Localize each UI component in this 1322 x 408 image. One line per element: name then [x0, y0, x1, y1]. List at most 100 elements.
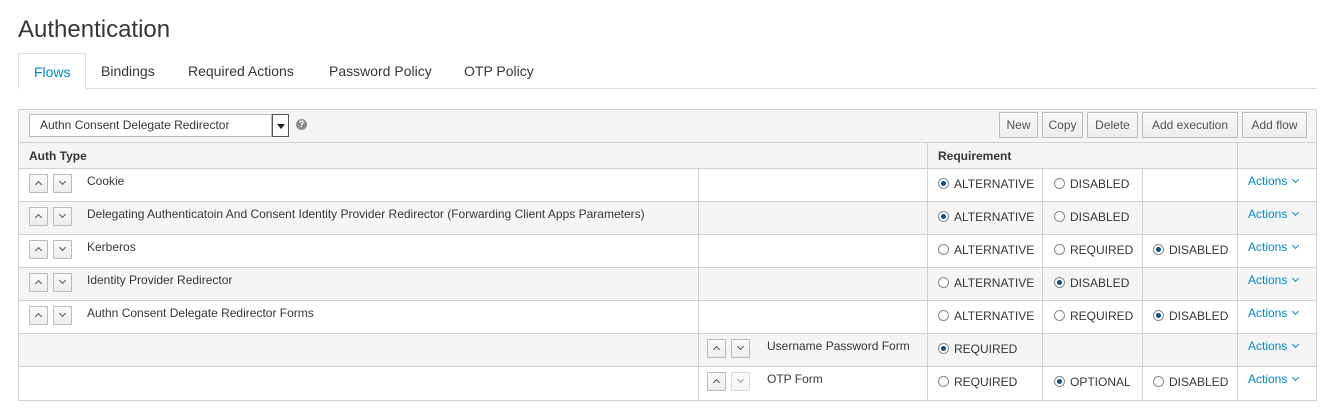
radio-label: ALTERNATIVE	[954, 309, 1035, 323]
radio-icon[interactable]	[1153, 376, 1164, 387]
actions-dropdown[interactable]: Actions	[1248, 207, 1300, 221]
radio-icon[interactable]	[1153, 310, 1164, 321]
move-up-button[interactable]	[29, 174, 48, 193]
actions-dropdown[interactable]: Actions	[1248, 240, 1300, 254]
table-header: Auth Type Requirement	[19, 143, 1316, 169]
requirement-radio-required[interactable]: REQUIRED	[938, 342, 1017, 356]
chevron-down-icon[interactable]	[272, 114, 289, 137]
radio-label: ALTERNATIVE	[954, 210, 1035, 224]
new-button[interactable]: New	[999, 112, 1038, 138]
radio-label: ALTERNATIVE	[954, 243, 1035, 257]
requirement-radio-alternative[interactable]: ALTERNATIVE	[938, 309, 1034, 323]
move-up-button[interactable]	[707, 372, 726, 391]
requirement-radio-alternative[interactable]: ALTERNATIVE	[938, 210, 1034, 224]
tab-bindings[interactable]: Bindings	[86, 53, 170, 89]
radio-icon[interactable]	[1054, 244, 1065, 255]
tab-otp-policy[interactable]: OTP Policy	[449, 53, 549, 89]
radio-icon[interactable]	[1153, 244, 1164, 255]
radio-label: REQUIRED	[954, 342, 1018, 356]
radio-label: REQUIRED	[1070, 309, 1134, 323]
tab-password-policy[interactable]: Password Policy	[314, 53, 447, 89]
requirement-radio-disabled[interactable]: DISABLED	[1153, 309, 1228, 323]
requirement-radio-disabled[interactable]: DISABLED	[1054, 276, 1129, 290]
move-down-button[interactable]	[53, 207, 72, 226]
table-toolbar: Authn Consent Delegate Redirector ? New …	[19, 110, 1316, 143]
requirement-radio-alternative[interactable]: ALTERNATIVE	[938, 243, 1034, 257]
execution-name: Kerberos	[87, 240, 136, 254]
actions-label: Actions	[1248, 240, 1288, 254]
move-down-button[interactable]	[53, 174, 72, 193]
table-row: Identity Provider Redirector ALTERNATIVE D…	[19, 268, 1316, 301]
radio-icon[interactable]	[1054, 178, 1065, 189]
radio-label: DISABLED	[1070, 210, 1130, 224]
radio-label: ALTERNATIVE	[954, 276, 1035, 290]
requirement-radio-alternative[interactable]: ALTERNATIVE	[938, 177, 1034, 191]
radio-icon[interactable]	[938, 178, 949, 189]
requirement-radio-required[interactable]: REQUIRED	[1054, 309, 1133, 323]
copy-button[interactable]: Copy	[1042, 112, 1083, 138]
table-row: OTP Form REQUIRED OPTIONAL DISABLED Actions	[19, 367, 1316, 400]
actions-label: Actions	[1248, 174, 1288, 188]
actions-dropdown[interactable]: Actions	[1248, 273, 1300, 287]
chevron-down-icon	[1292, 208, 1300, 217]
radio-icon[interactable]	[938, 244, 949, 255]
requirement-radio-required[interactable]: REQUIRED	[938, 375, 1017, 389]
requirement-radio-disabled[interactable]: DISABLED	[1054, 210, 1129, 224]
requirement-radio-disabled[interactable]: DISABLED	[1153, 243, 1228, 257]
tab-required-actions[interactable]: Required Actions	[173, 53, 309, 89]
requirement-radio-disabled[interactable]: DISABLED	[1153, 375, 1228, 389]
table-row: Kerberos ALTERNATIVE REQUIRED DISABLED Actio…	[19, 235, 1316, 268]
actions-dropdown[interactable]: Actions	[1248, 174, 1300, 188]
radio-icon[interactable]	[938, 310, 949, 321]
actions-label: Actions	[1248, 372, 1288, 386]
add-flow-button[interactable]: Add flow	[1242, 112, 1307, 138]
actions-dropdown[interactable]: Actions	[1248, 372, 1300, 386]
requirement-radio-optional[interactable]: OPTIONAL	[1054, 375, 1131, 389]
requirement-radio-alternative[interactable]: ALTERNATIVE	[938, 276, 1034, 290]
page-title: Authentication	[18, 16, 171, 43]
radio-icon[interactable]	[1054, 277, 1065, 288]
chevron-down-icon	[1292, 274, 1300, 283]
move-down-button[interactable]	[731, 339, 750, 358]
radio-label: OPTIONAL	[1070, 375, 1131, 389]
auth-type-header: Auth Type	[29, 149, 87, 163]
radio-icon[interactable]	[1054, 211, 1065, 222]
requirement-radio-required[interactable]: REQUIRED	[1054, 243, 1133, 257]
tab-bar: Flows Bindings Required Actions Password…	[18, 53, 1317, 89]
move-up-button[interactable]	[29, 207, 48, 226]
executions-table: Authn Consent Delegate Redirector ? New …	[18, 109, 1317, 401]
move-up-button[interactable]	[707, 339, 726, 358]
radio-icon[interactable]	[938, 376, 949, 387]
execution-name: OTP Form	[767, 372, 823, 386]
actions-label: Actions	[1248, 339, 1288, 353]
execution-name: Cookie	[87, 174, 125, 188]
move-down-button[interactable]	[53, 240, 72, 259]
move-up-button[interactable]	[29, 306, 48, 325]
move-down-button[interactable]	[731, 372, 750, 391]
radio-icon[interactable]	[1054, 376, 1065, 387]
radio-icon[interactable]	[938, 277, 949, 288]
requirement-header: Requirement	[938, 149, 1012, 163]
chevron-down-icon	[1292, 241, 1300, 250]
execution-name: Username Password Form	[767, 339, 910, 353]
help-icon[interactable]: ?	[296, 119, 307, 130]
table-row: Cookie ALTERNATIVE DISABLED Actions	[19, 169, 1316, 202]
radio-icon[interactable]	[1054, 310, 1065, 321]
actions-dropdown[interactable]: Actions	[1248, 339, 1300, 353]
add-execution-button[interactable]: Add execution	[1142, 112, 1238, 138]
move-up-button[interactable]	[29, 240, 48, 259]
move-down-button[interactable]	[53, 306, 72, 325]
chevron-down-icon	[1292, 307, 1300, 316]
flow-select[interactable]: Authn Consent Delegate Redirector	[29, 114, 272, 137]
actions-dropdown[interactable]: Actions	[1248, 306, 1300, 320]
tab-flows[interactable]: Flows	[18, 53, 86, 89]
move-up-button[interactable]	[29, 273, 48, 292]
execution-name: Delegating Authenticatoin And Consent Id…	[87, 207, 645, 221]
radio-label: DISABLED	[1169, 309, 1229, 323]
delete-button[interactable]: Delete	[1087, 112, 1138, 138]
radio-icon[interactable]	[938, 343, 949, 354]
move-down-button[interactable]	[53, 273, 72, 292]
table-row: Delegating Authenticatoin And Consent Id…	[19, 202, 1316, 235]
requirement-radio-disabled[interactable]: DISABLED	[1054, 177, 1129, 191]
radio-icon[interactable]	[938, 211, 949, 222]
